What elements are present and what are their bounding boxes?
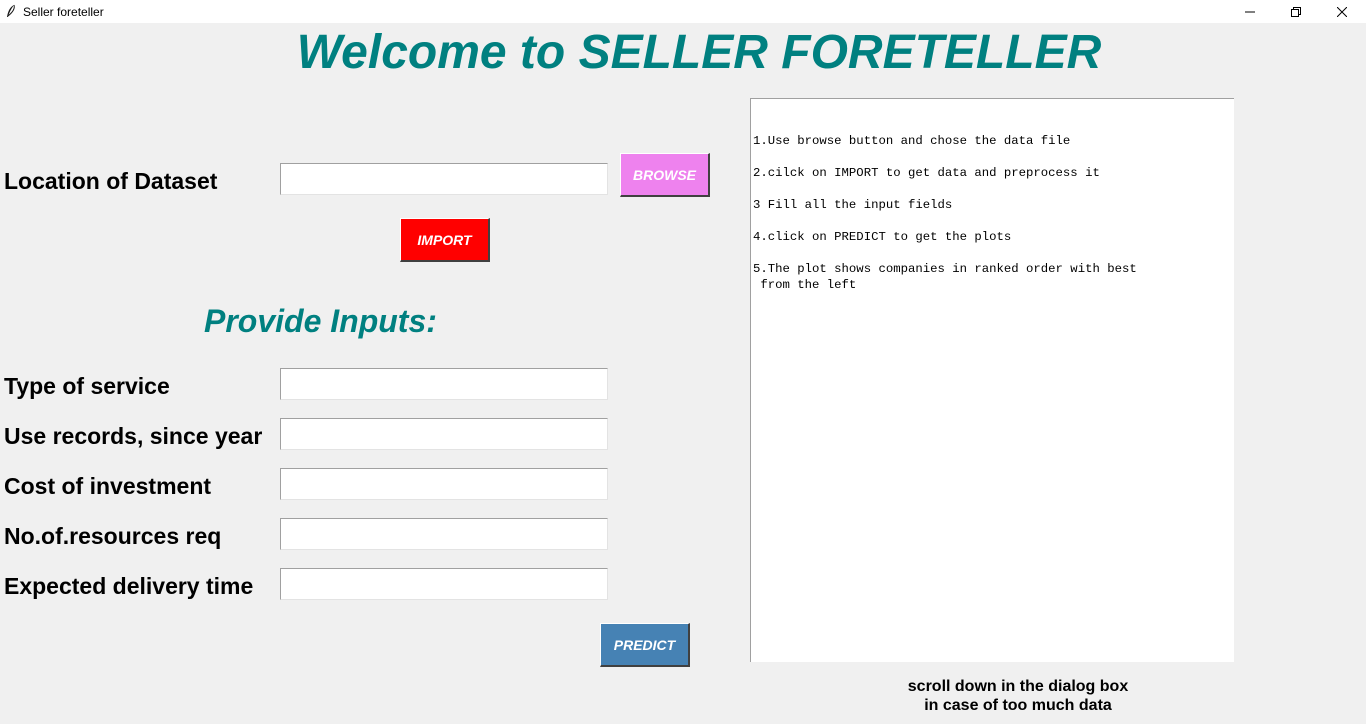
instructions-textbox[interactable]: 1.Use browse button and chose the data f…	[750, 98, 1234, 662]
resources-input[interactable]	[280, 518, 608, 550]
instruction-line: 5.The plot shows companies in ranked ord…	[753, 262, 1137, 276]
instruction-line: 3 Fill all the input fields	[753, 198, 953, 212]
scroll-hint-line1: scroll down in the dialog box	[907, 678, 1129, 695]
instruction-line: from the left	[753, 278, 857, 292]
import-button[interactable]: IMPORT	[400, 218, 490, 262]
investment-cost-label: Cost of investment	[4, 473, 212, 499]
records-year-input[interactable]	[280, 418, 608, 450]
dataset-location-input[interactable]	[280, 163, 608, 195]
records-year-label: Use records, since year	[4, 423, 263, 449]
scroll-hint-line2: in case of too much data	[924, 697, 1112, 714]
resources-label: No.of.resources req	[4, 523, 222, 549]
delivery-time-input[interactable]	[280, 568, 608, 600]
restore-icon	[1291, 6, 1301, 17]
close-icon	[1337, 6, 1347, 17]
dataset-location-label: Location of Dataset	[4, 168, 218, 194]
instruction-line: 2.cilck on IMPORT to get data and prepro…	[753, 166, 1100, 180]
feather-icon	[5, 4, 17, 18]
restore-button[interactable]	[1273, 0, 1319, 23]
instruction-line: 1.Use browse button and chose the data f…	[753, 134, 1071, 148]
investment-cost-input[interactable]	[280, 468, 608, 500]
instruction-line: 4.click on PREDICT to get the plots	[753, 230, 1012, 244]
service-type-input[interactable]	[280, 368, 608, 400]
title-bar: Seller foreteller	[0, 0, 1366, 23]
browse-button[interactable]: BROWSE	[620, 153, 710, 197]
delivery-time-label: Expected delivery time	[4, 573, 254, 599]
page-title: Welcome to SELLER FORETELLER	[296, 26, 1102, 79]
service-type-label: Type of service	[4, 373, 170, 399]
window-title: Seller foreteller	[23, 5, 104, 19]
inputs-heading: Provide Inputs:	[204, 303, 437, 339]
minimize-icon	[1245, 11, 1255, 12]
minimize-button[interactable]	[1227, 0, 1273, 23]
close-button[interactable]	[1319, 0, 1365, 23]
app-window: Seller foreteller Welcome to SELLER FORE…	[0, 0, 1366, 724]
scroll-hint: scroll down in the dialog box in case of…	[880, 677, 1156, 715]
predict-button[interactable]: PREDICT	[600, 623, 690, 667]
